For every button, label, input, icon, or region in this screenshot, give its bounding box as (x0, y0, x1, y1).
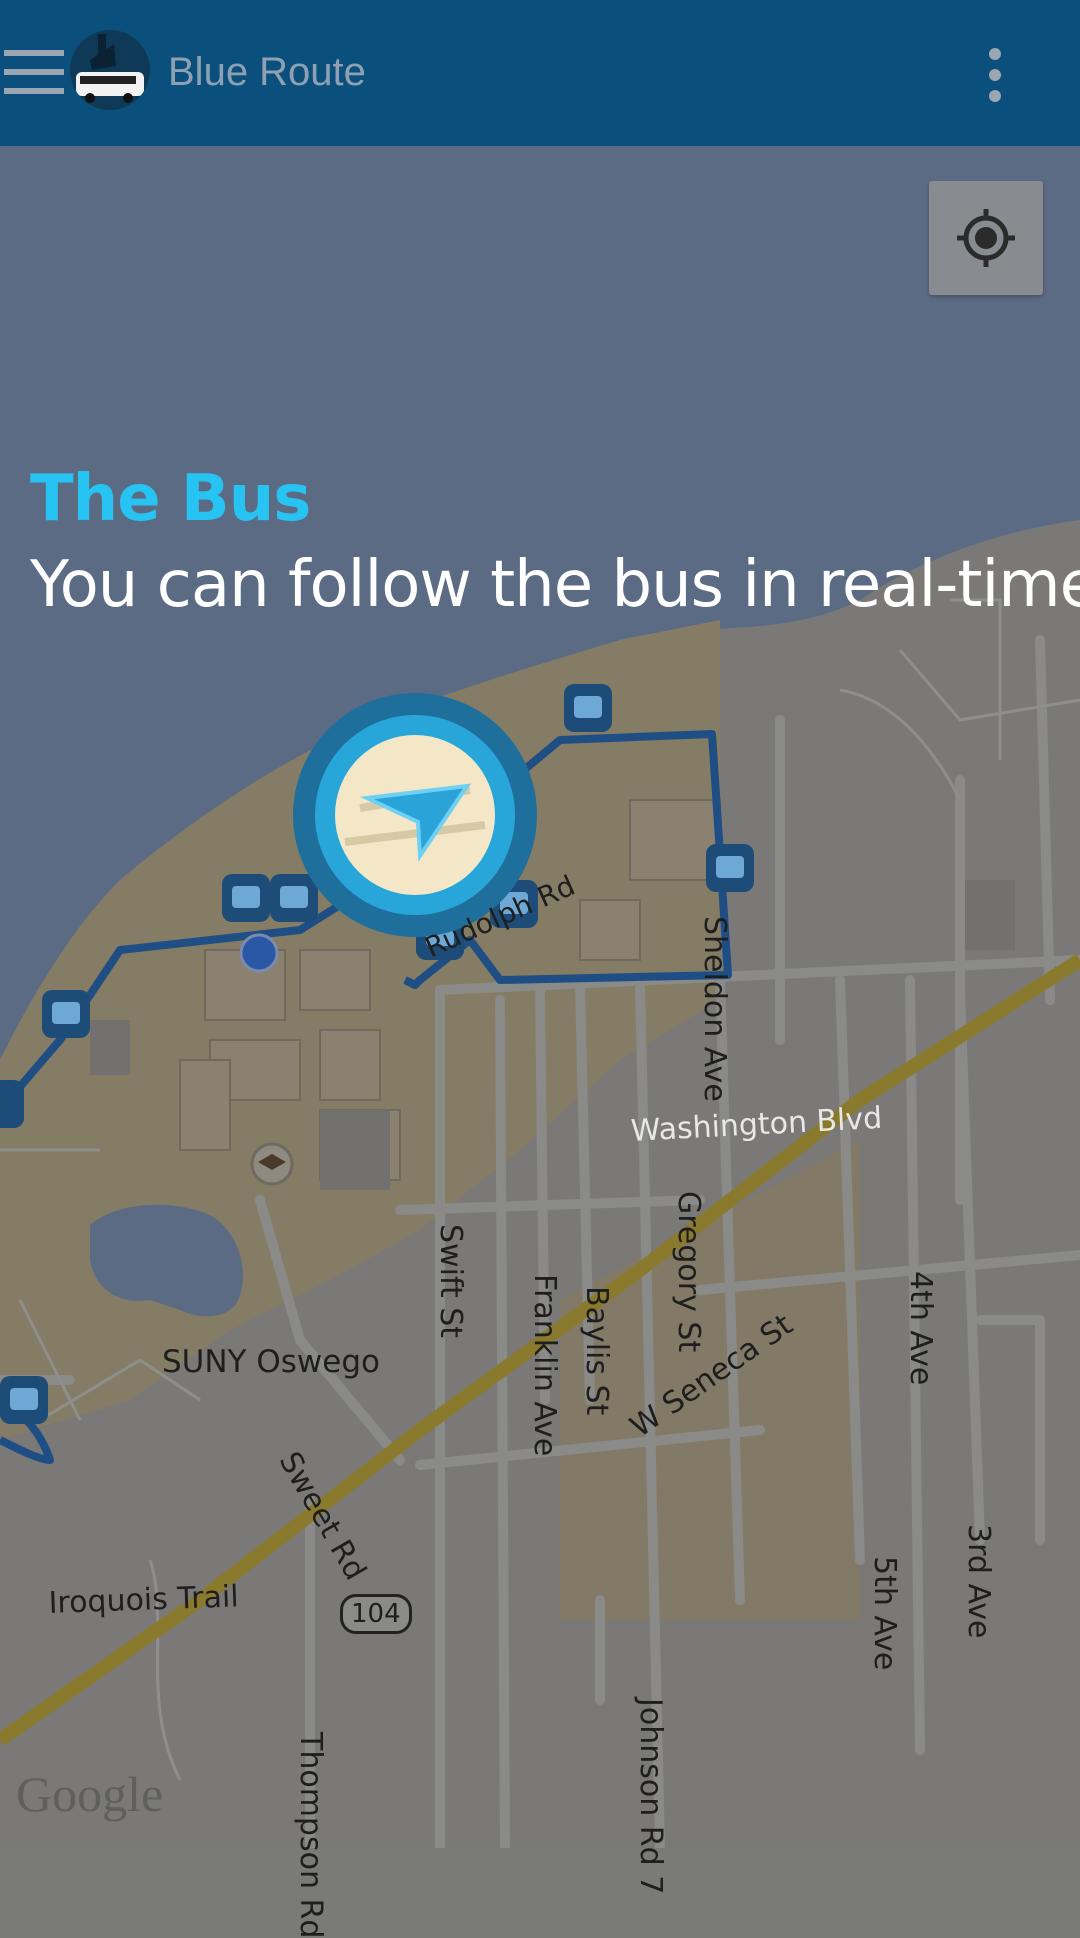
bus-stop-icon[interactable] (564, 684, 612, 732)
bus-logo-icon (70, 30, 150, 110)
bus-stop-icon[interactable] (706, 844, 754, 892)
map-label-thompson-rd: Thompson Rd (293, 1732, 328, 1938)
map-label-iroquois-trail: Iroquois Trail (48, 1579, 240, 1621)
tutorial-body: You can follow the bus in real-time (30, 548, 1080, 622)
map-label-sheldon-ave: Sheldon Ave (697, 916, 732, 1102)
bus-stop-icon[interactable] (222, 874, 270, 922)
my-location-icon (957, 209, 1015, 267)
map-label-route-104: 104 (340, 1594, 412, 1634)
map-label-suny-oswego: SUNY Oswego (162, 1344, 380, 1380)
map-view[interactable]: SUNY Oswego Washington Blvd Sheldon Ave … (0, 146, 1080, 1938)
app-title: Blue Route (168, 50, 366, 94)
map-label-gregory-st: Gregory St (671, 1191, 706, 1353)
bus-stop-icon[interactable] (42, 990, 90, 1038)
map-label-johnson-rd: Johnson Rd 7 (633, 1698, 668, 1895)
map-label-3rd-ave: 3rd Ave (961, 1524, 996, 1639)
hamburger-menu-icon[interactable] (4, 50, 64, 94)
app-bar: Blue Route (0, 0, 1080, 146)
bus-stop-icon[interactable] (0, 1376, 48, 1424)
user-location-dot (239, 933, 279, 973)
map-label-baylis-st: Baylis St (579, 1286, 614, 1416)
tutorial-title: The Bus (30, 462, 311, 536)
map-label-4th-ave: 4th Ave (903, 1271, 938, 1386)
bus-stop-icon[interactable] (270, 874, 318, 922)
map-label-5th-ave: 5th Ave (867, 1556, 902, 1671)
more-vertical-icon[interactable] (985, 48, 1005, 102)
my-location-button[interactable] (929, 181, 1043, 295)
map-label-swift-st: Swift St (433, 1224, 468, 1339)
map-label-franklin-ave: Franklin Ave (527, 1274, 562, 1457)
google-attribution: Google (16, 1766, 164, 1822)
university-icon[interactable] (250, 1142, 294, 1186)
bus-stop-icon[interactable] (0, 1080, 24, 1128)
